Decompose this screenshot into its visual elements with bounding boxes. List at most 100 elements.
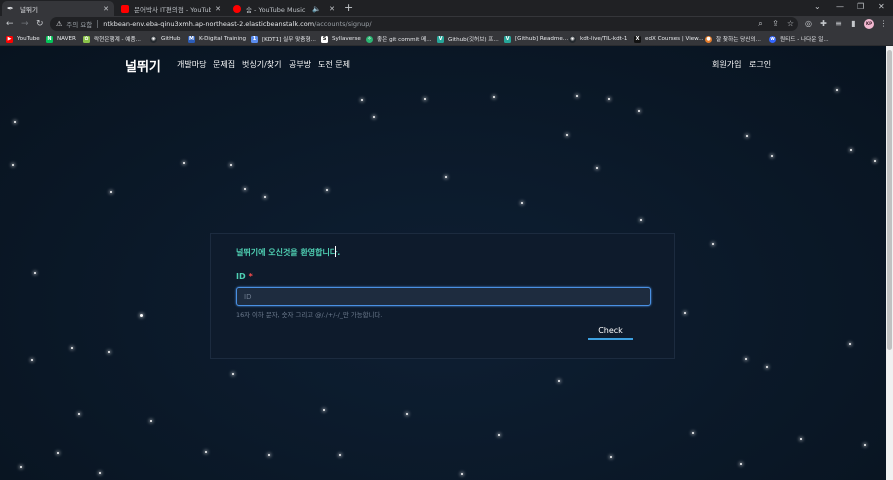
star — [71, 347, 73, 349]
bookmark-item[interactable]: V [Github] Readme... — [504, 34, 568, 44]
bookmark-item[interactable]: M K-Digital Training — [188, 34, 246, 44]
bookmark-item[interactable]: N NAVER — [46, 34, 76, 44]
star — [445, 176, 447, 178]
close-tab-icon[interactable]: ✕ — [215, 5, 221, 13]
star — [361, 99, 363, 101]
minimize-button[interactable]: — — [836, 2, 844, 12]
reload-icon[interactable]: ↻ — [36, 18, 44, 30]
star — [57, 452, 59, 454]
site-favicon-icon: ✒ — [7, 3, 14, 13]
close-window-button[interactable]: ✕ — [878, 2, 885, 12]
k-digital-icon: M — [188, 35, 195, 43]
browser-tab[interactable]: 문어박사 IT편의점 - YouTube ✕ — [116, 1, 226, 16]
bookmark-label: YouTube — [17, 36, 40, 42]
bookmark-item[interactable]: ◉ GitHub — [150, 34, 180, 44]
bookmark-item[interactable]: ● 잘 찾하는 당신의... — [705, 34, 761, 44]
menu-kebab-icon[interactable]: ⋮ — [879, 19, 888, 28]
star — [205, 451, 207, 453]
site-logo[interactable]: 널뛰기 — [125, 56, 161, 75]
star — [424, 98, 426, 100]
site-navbar: 널뛰기 개발마당 문제집 벗싱기/찾기 공부방 도전 문제 회원가입 로그인 — [0, 46, 886, 84]
bookmark-item[interactable]: S Syllaverse — [321, 34, 361, 44]
star — [684, 312, 686, 314]
bookmark-item[interactable]: ✿ 락현은행계 - 예품... — [83, 34, 141, 44]
bookmark-label: NAVER — [57, 36, 76, 42]
youtube-music-favicon-icon — [233, 4, 241, 13]
nav-item-find-friends[interactable]: 벗싱기/찾기 — [242, 59, 282, 70]
bookmark-star-icon[interactable]: ☆ — [786, 19, 795, 28]
star — [34, 272, 36, 274]
star — [99, 472, 101, 474]
tab-title: 숨 - YouTube Music — [246, 5, 306, 14]
profile-avatar[interactable]: KP — [864, 19, 874, 29]
star — [849, 343, 851, 345]
nav-item-challenge[interactable]: 도전 문제 — [318, 59, 350, 70]
bookmark-item[interactable]: XedX Courses | View... — [634, 34, 704, 44]
star — [864, 444, 866, 446]
bookmark-item[interactable]: ✧ 좋은 git commit 메... — [366, 34, 432, 44]
star — [108, 351, 110, 353]
close-tab-icon[interactable]: ✕ — [103, 5, 109, 13]
nav-item-signup[interactable]: 회원가입 — [712, 59, 741, 70]
bookmark-item[interactable]: ◉ kdt-live/TIL-kdt-1 — [569, 34, 627, 44]
forward-arrow-icon[interactable]: → — [21, 18, 29, 30]
url-host: ntkbean-env.eba-qinu3xmh.ap-northeast-2.… — [103, 20, 315, 28]
puzzle-icon[interactable]: ✚ — [819, 19, 828, 28]
star — [20, 466, 22, 468]
address-bar[interactable]: ⚠ 주의 요함 ntkbean-env.eba-qinu3xmh.ap-nort… — [50, 17, 798, 31]
nav-item-login[interactable]: 로그인 — [749, 59, 771, 70]
warning-icon[interactable]: ⚠ — [56, 20, 62, 28]
star — [558, 380, 560, 382]
bookmark-label: Github(깃허브) 프... — [448, 37, 499, 43]
new-tab-button[interactable]: + — [344, 2, 353, 14]
star — [323, 409, 325, 411]
bookmark-item[interactable]: w 원티드 - 나다운 일... — [769, 34, 829, 44]
zoom-icon[interactable]: ⌕ — [756, 19, 765, 28]
bookmark-label: 잘 찾하는 당신의... — [716, 37, 761, 43]
scrollbar-thumb[interactable] — [887, 50, 892, 350]
security-label[interactable]: 주의 요함 — [66, 19, 92, 29]
star — [712, 243, 714, 245]
bookmark-label: kdt-live/TIL-kdt-1 — [580, 36, 628, 42]
edx-icon: X — [634, 35, 641, 43]
bookmark-item[interactable]: ▶ YouTube — [6, 34, 40, 44]
back-arrow-icon[interactable]: ← — [6, 18, 14, 30]
browser-tab-active[interactable]: ✒ 널뛰기 ✕ — [2, 1, 114, 16]
naver-icon: N — [46, 35, 53, 43]
id-input[interactable] — [236, 287, 651, 306]
nav-item-dev-yard[interactable]: 개발마당 — [177, 59, 206, 70]
close-tab-icon[interactable]: ✕ — [329, 5, 335, 13]
star — [150, 420, 152, 422]
bookmark-label: K-Digital Training — [199, 36, 247, 42]
github-icon: ◉ — [569, 35, 576, 43]
browser-toolbar: ← → ↻ ⚠ 주의 요함 ntkbean-env.eba-qinu3xmh.a… — [0, 16, 893, 32]
required-asterisk: * — [248, 272, 253, 281]
nav-item-study-room[interactable]: 공부방 — [289, 59, 311, 70]
speaker-icon[interactable]: 🔈 — [312, 5, 321, 13]
nav-item-problem-sets[interactable]: 문제집 — [213, 59, 235, 70]
star — [230, 164, 232, 166]
maximize-button[interactable]: ❐ — [857, 2, 864, 12]
youtube-icon: ▶ — [6, 35, 13, 43]
share-icon[interactable]: ⇪ — [771, 19, 780, 28]
star — [406, 413, 408, 415]
star — [31, 359, 33, 361]
extension-icon[interactable]: ◎ — [804, 19, 813, 28]
check-button[interactable]: Check — [588, 322, 633, 340]
star — [850, 149, 852, 151]
bookmark-label: 원티드 - 나다운 일... — [780, 37, 829, 43]
star — [766, 366, 768, 368]
star — [268, 454, 270, 456]
page-scrollbar[interactable] — [886, 46, 893, 480]
bookmark-label: [Github] Readme... — [515, 36, 569, 42]
bookmark-item[interactable]: V Github(깃허브) 프... — [437, 34, 499, 44]
tab-search-icon[interactable]: ⌄ — [814, 2, 821, 12]
star — [78, 413, 80, 415]
side-panel-icon[interactable]: ▮ — [849, 19, 858, 28]
id-hint-text: 16자 이하 문자, 숫자 그리고 @/./+/-/_만 가능합니다. — [236, 311, 383, 319]
reading-list-icon[interactable]: ≡ — [834, 19, 843, 28]
star — [14, 121, 16, 123]
browser-tab[interactable]: 숨 - YouTube Music 🔈 ✕ — [228, 1, 340, 16]
bookmark-item[interactable]: 1 [KDT1] 실무 맞춤형... — [251, 34, 316, 44]
tab-title: 문어박사 IT편의점 - YouTube — [134, 5, 212, 14]
